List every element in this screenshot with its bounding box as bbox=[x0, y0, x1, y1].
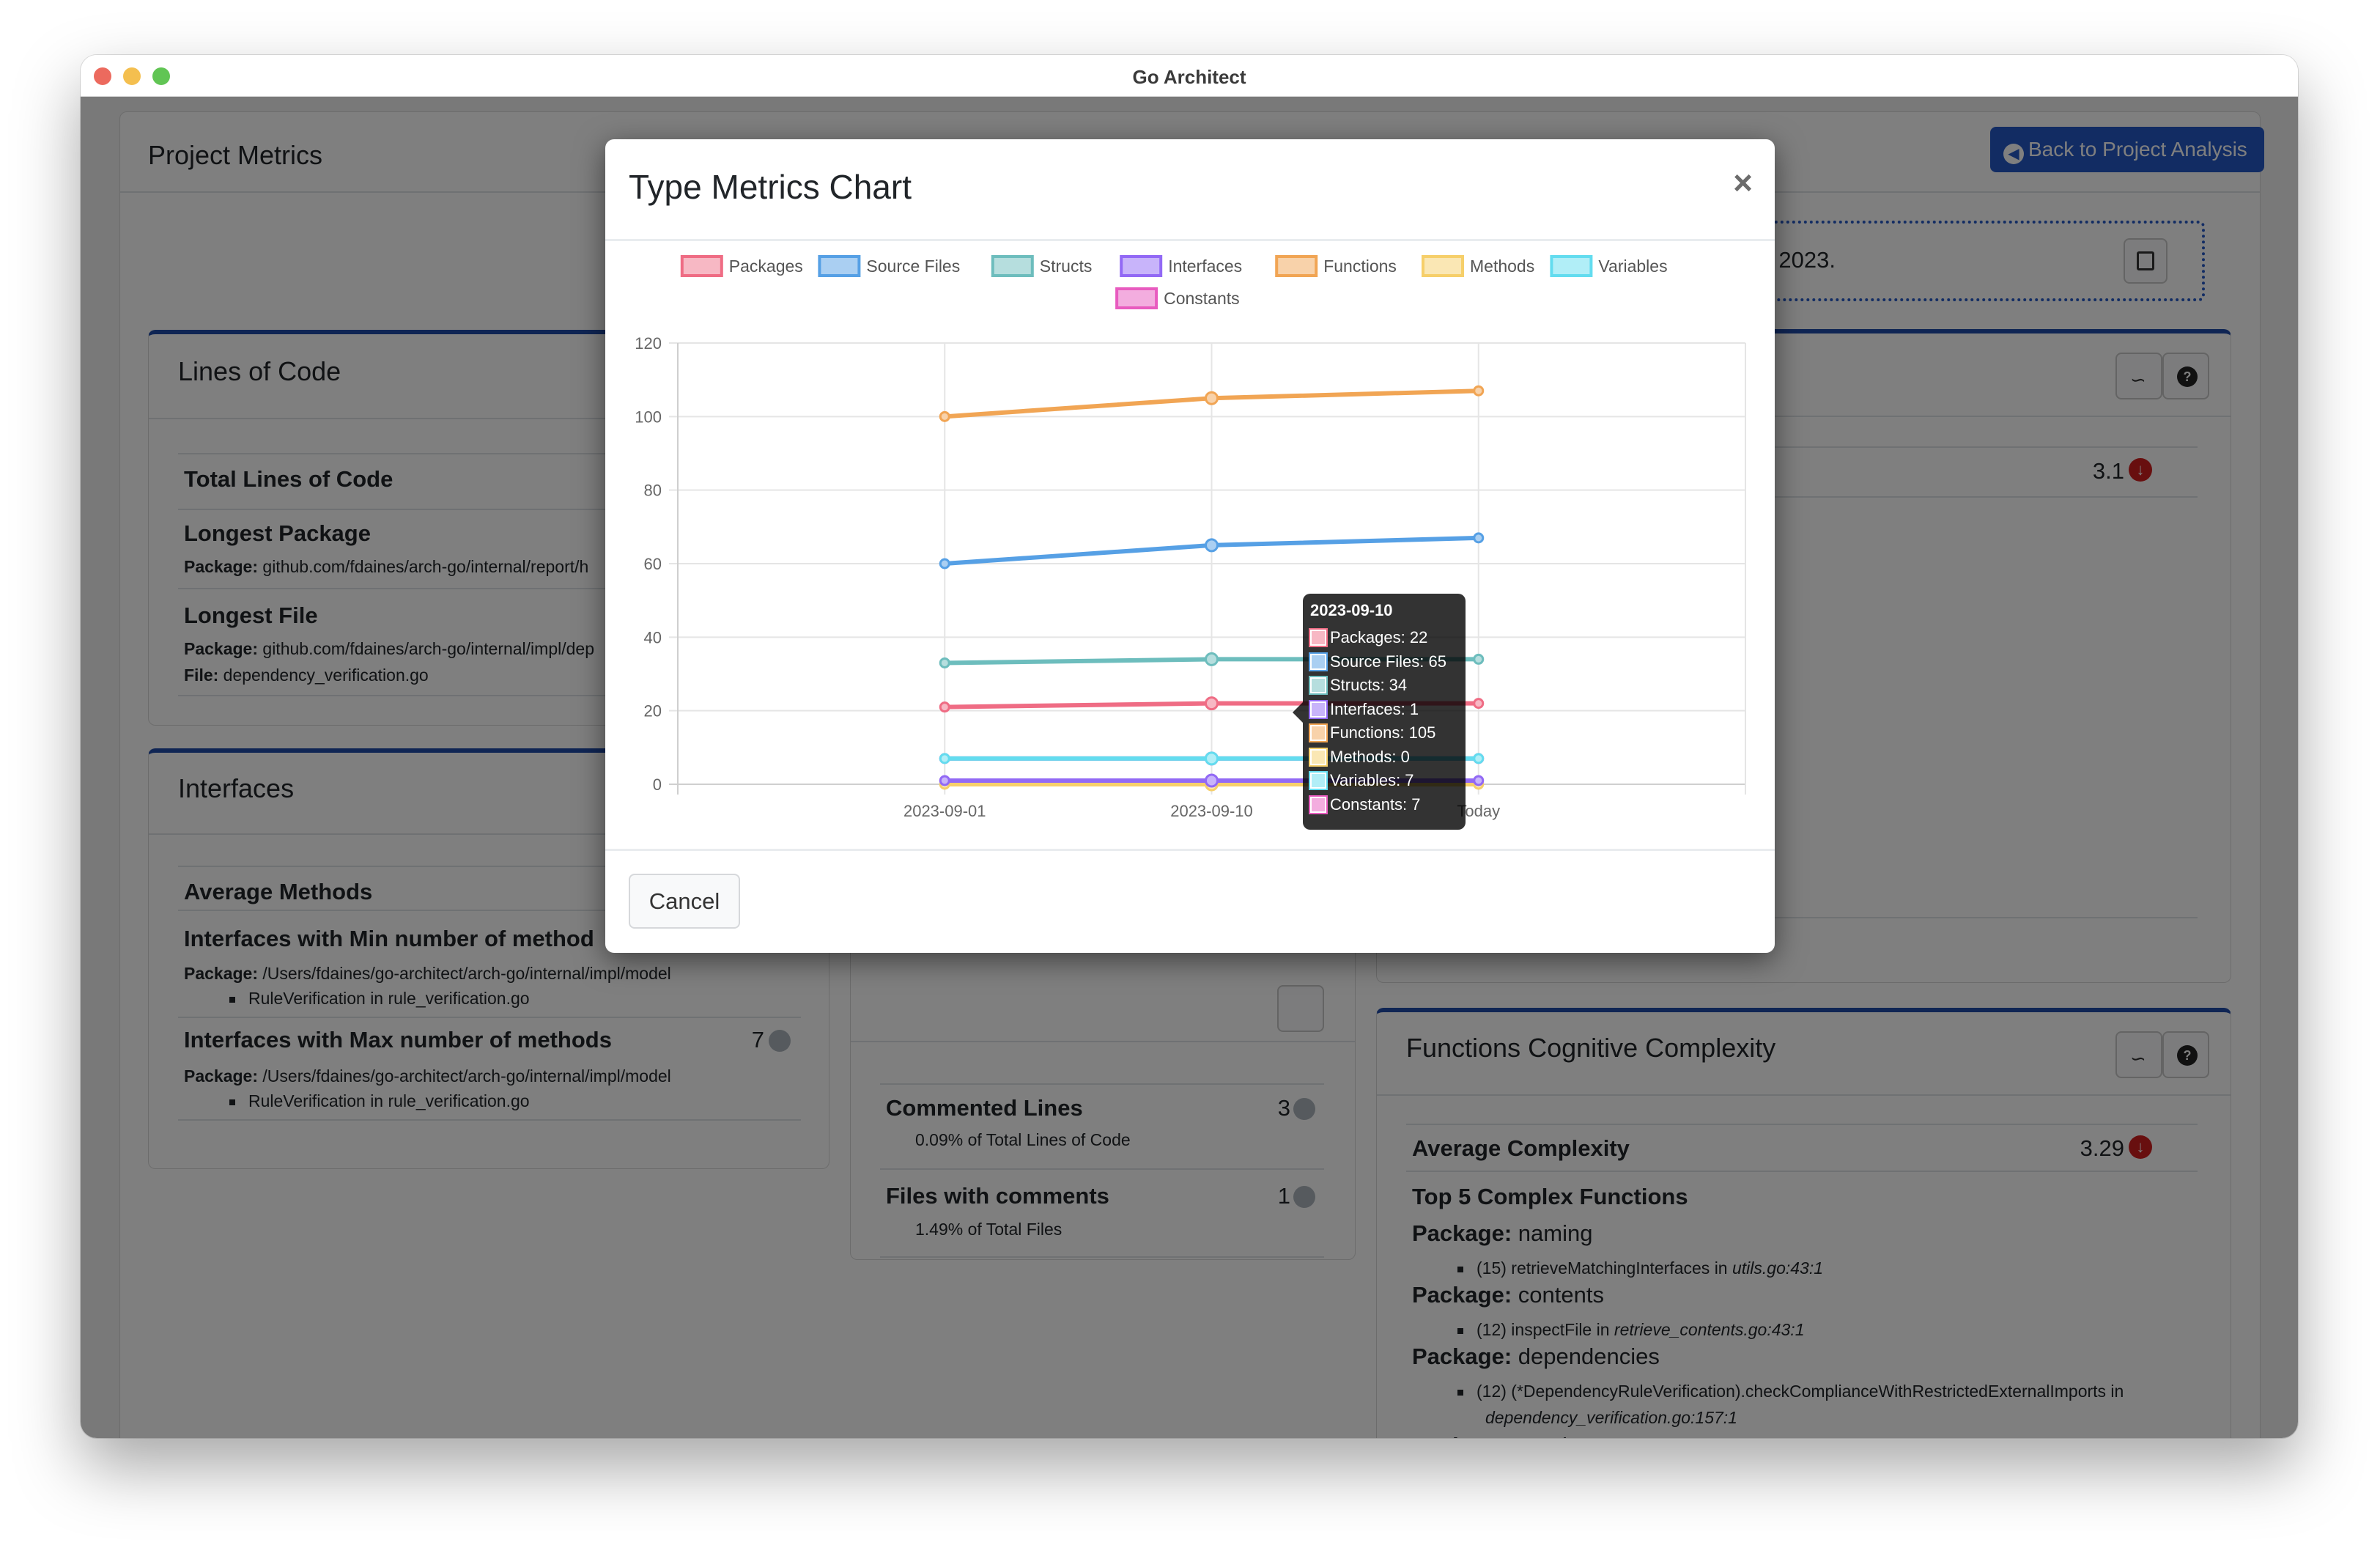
legend-swatch bbox=[991, 255, 1034, 277]
data-point[interactable] bbox=[939, 701, 950, 713]
tooltip-value: Variables: 7 bbox=[1330, 771, 1414, 789]
legend-label: Constants bbox=[1164, 289, 1240, 308]
tooltip-row: Variables: 7 bbox=[1309, 769, 1458, 793]
y-tick-label: 60 bbox=[644, 555, 662, 573]
data-point[interactable] bbox=[1205, 391, 1219, 405]
legend-swatch bbox=[1422, 255, 1464, 277]
data-point[interactable] bbox=[939, 657, 950, 668]
modal-footer-divider bbox=[605, 849, 1775, 851]
chart-legend: Packages Source Files Structs Interfaces Fun… bbox=[680, 255, 1668, 309]
cancel-button[interactable]: Cancel bbox=[629, 874, 740, 929]
tooltip-row: Constants: 7 bbox=[1309, 793, 1458, 817]
legend-swatch bbox=[1275, 255, 1318, 277]
data-point[interactable] bbox=[1205, 538, 1219, 553]
chart-tooltip: 2023-09-10 Packages: 22 Source Files: 65 S… bbox=[1293, 594, 1466, 830]
chart-grid: 0204060801001202023-09-01 2023-09-10 Today bbox=[635, 334, 1746, 820]
legend-label: Packages bbox=[729, 257, 803, 276]
page-content: Project Metrics ◀Back to Project Analysi… bbox=[81, 97, 2298, 1438]
legend-swatch bbox=[818, 255, 861, 277]
legend-item[interactable]: Methods bbox=[1422, 255, 1534, 277]
close-icon[interactable]: × bbox=[1733, 166, 1753, 199]
legend-swatch bbox=[680, 255, 723, 277]
legend-item[interactable]: Packages bbox=[680, 255, 803, 277]
data-point[interactable] bbox=[1205, 751, 1219, 766]
legend-swatch bbox=[1115, 287, 1158, 309]
legend-item[interactable]: Functions bbox=[1275, 255, 1397, 277]
app-window: Go Architect Project Metrics ◀Back to Pr… bbox=[81, 55, 2298, 1438]
legend-label: Variables bbox=[1598, 257, 1667, 276]
y-tick-label: 100 bbox=[635, 408, 662, 426]
legend-item[interactable]: Source Files bbox=[818, 255, 960, 277]
tooltip-row: Methods: 0 bbox=[1309, 745, 1458, 770]
tooltip-swatch bbox=[1309, 771, 1328, 790]
tooltip-value: Source Files: 65 bbox=[1330, 652, 1446, 671]
y-tick-label: 0 bbox=[653, 775, 662, 794]
tooltip-swatch bbox=[1309, 795, 1328, 814]
data-point[interactable] bbox=[1473, 385, 1485, 397]
legend-item[interactable]: Constants bbox=[1115, 287, 1240, 309]
tooltip-swatch bbox=[1309, 747, 1328, 767]
tooltip-row: Interfaces: 1 bbox=[1309, 698, 1458, 722]
tooltip-value: Functions: 105 bbox=[1330, 723, 1436, 742]
type-metrics-modal: Type Metrics Chart × Packages Source File… bbox=[605, 139, 1775, 953]
legend-item[interactable]: Variables bbox=[1550, 255, 1668, 277]
data-point[interactable] bbox=[1473, 532, 1485, 544]
legend-swatch bbox=[1550, 255, 1593, 277]
tooltip-row: Source Files: 65 bbox=[1309, 650, 1458, 674]
tooltip-value: Constants: 7 bbox=[1330, 795, 1421, 814]
y-tick-label: 120 bbox=[635, 334, 662, 353]
tooltip-swatch bbox=[1309, 628, 1328, 647]
line-chart: Packages Source Files Structs Interfaces Fun… bbox=[635, 255, 1746, 820]
x-tick-label: 2023-09-01 bbox=[903, 802, 986, 820]
tooltip-row: Packages: 22 bbox=[1309, 626, 1458, 650]
data-point[interactable] bbox=[939, 775, 950, 786]
tooltip-value: Packages: 22 bbox=[1330, 628, 1428, 646]
data-point[interactable] bbox=[939, 410, 950, 422]
data-point[interactable] bbox=[1473, 653, 1485, 665]
y-tick-label: 40 bbox=[644, 628, 662, 646]
data-point[interactable] bbox=[1205, 652, 1219, 666]
tooltip-value: Interfaces: 1 bbox=[1330, 699, 1419, 718]
legend-swatch bbox=[1120, 255, 1163, 277]
data-point[interactable] bbox=[1205, 696, 1219, 711]
legend-label: Interfaces bbox=[1168, 257, 1242, 276]
legend-item[interactable]: Interfaces bbox=[1120, 255, 1242, 277]
tooltip-row: Functions: 105 bbox=[1309, 721, 1458, 745]
tooltip-row: Structs: 34 bbox=[1309, 674, 1458, 698]
legend-item[interactable]: Structs bbox=[991, 255, 1093, 277]
legend-label: Source Files bbox=[866, 257, 960, 276]
data-point[interactable] bbox=[1473, 775, 1485, 786]
y-tick-label: 80 bbox=[644, 482, 662, 500]
y-tick-label: 20 bbox=[644, 702, 662, 720]
tooltip-title: 2023-09-10 bbox=[1310, 601, 1393, 619]
tooltip-value: Methods: 0 bbox=[1330, 747, 1410, 766]
title-bar: Go Architect bbox=[81, 55, 2298, 97]
data-point[interactable] bbox=[1473, 698, 1485, 710]
modal-title: Type Metrics Chart bbox=[629, 168, 912, 206]
legend-label: Methods bbox=[1470, 257, 1534, 276]
x-tick-label: 2023-09-10 bbox=[1170, 802, 1253, 820]
tooltip-swatch bbox=[1309, 723, 1328, 742]
tooltip-swatch bbox=[1309, 676, 1328, 695]
data-point[interactable] bbox=[939, 753, 950, 764]
tooltip-swatch bbox=[1309, 699, 1328, 719]
legend-label: Structs bbox=[1040, 257, 1093, 276]
window-title: Go Architect bbox=[1132, 66, 1246, 88]
legend-label: Functions bbox=[1323, 257, 1397, 276]
data-point[interactable] bbox=[1205, 773, 1219, 788]
tooltip-swatch bbox=[1309, 652, 1328, 671]
tooltip-value: Structs: 34 bbox=[1330, 676, 1408, 694]
data-point[interactable] bbox=[939, 558, 950, 570]
data-point[interactable] bbox=[1473, 753, 1485, 764]
